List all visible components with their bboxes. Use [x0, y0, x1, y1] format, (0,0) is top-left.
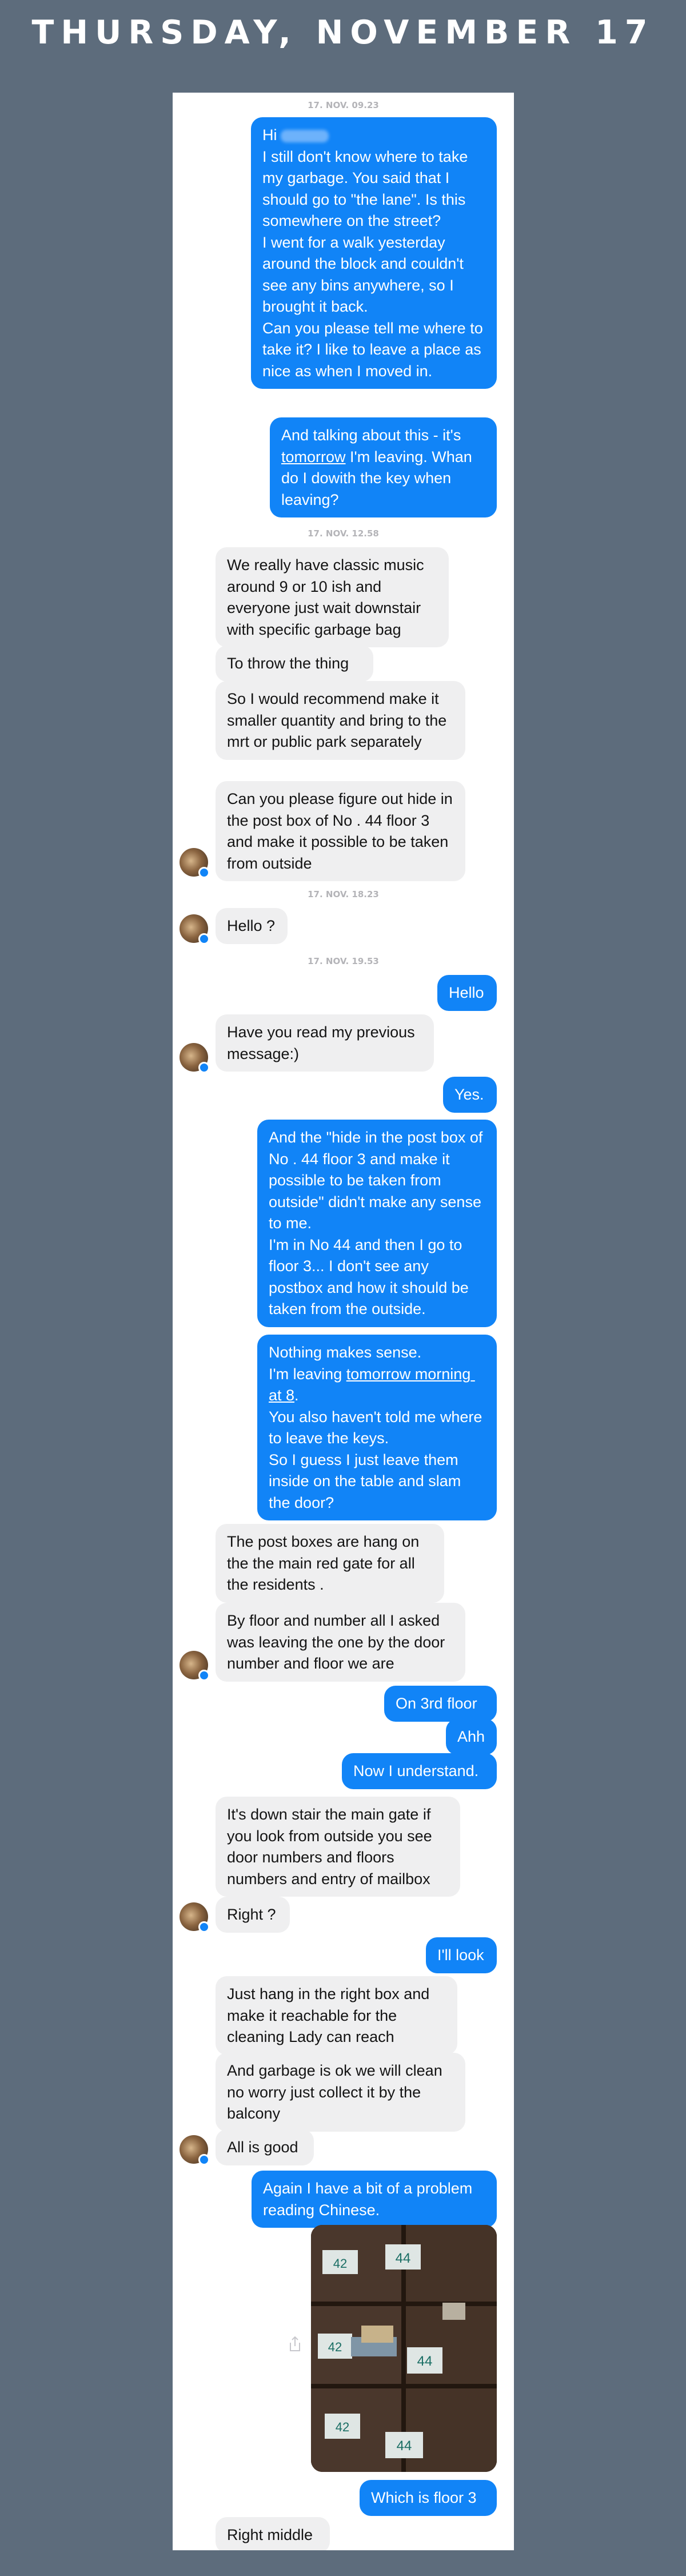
- avatar[interactable]: [180, 2135, 210, 2165]
- page-title: THURSDAY, NOVEMBER 17: [31, 14, 655, 51]
- avatar[interactable]: [180, 914, 210, 945]
- message-outgoing[interactable]: Hi I still don't know where to take my g…: [251, 117, 497, 389]
- message-outgoing[interactable]: Again I have a bit of a problem reading …: [252, 2171, 497, 2228]
- messenger-badge-icon: [198, 1062, 210, 1073]
- avatar[interactable]: [180, 848, 210, 878]
- message-greeting: Hi: [262, 126, 277, 144]
- message-outgoing[interactable]: I'll look: [426, 1937, 497, 1973]
- message-incoming[interactable]: Have you read my previous message:): [216, 1014, 434, 1072]
- message-outgoing[interactable]: Which is floor 3: [360, 2480, 497, 2516]
- chat-window: 17. NOV. 09.23 Hi I still don't know whe…: [173, 93, 514, 2550]
- avatar[interactable]: [180, 1651, 210, 1681]
- message-incoming[interactable]: We really have classic music around 9 or…: [216, 547, 449, 647]
- message-outgoing[interactable]: Yes.: [443, 1077, 497, 1113]
- date-link[interactable]: tomorrow: [281, 448, 346, 465]
- timestamp: 17. NOV. 18.23: [308, 889, 379, 899]
- mailbox-label: 44: [417, 2354, 433, 2369]
- mailbox-label: 44: [396, 2251, 411, 2266]
- message-text: And talking about this - it's: [281, 427, 465, 444]
- timestamp: 17. NOV. 09.23: [308, 100, 379, 110]
- message-outgoing[interactable]: Hello: [437, 975, 497, 1011]
- message-text: . You also haven't told me where to leav…: [269, 1387, 482, 1511]
- timestamp: 17. NOV. 12.58: [308, 528, 379, 539]
- avatar[interactable]: [180, 1043, 210, 1073]
- avatar[interactable]: [180, 1902, 210, 1933]
- messenger-badge-icon: [198, 2154, 210, 2165]
- share-icon[interactable]: [287, 2335, 303, 2352]
- mailbox-label: 42: [328, 2340, 342, 2354]
- message-text: I still don't know where to take my garb…: [262, 148, 483, 380]
- messenger-badge-icon: [198, 1670, 210, 1681]
- timestamp: 17. NOV. 19.53: [308, 956, 379, 966]
- message-outgoing[interactable]: On 3rd floor: [384, 1686, 497, 1722]
- message-outgoing[interactable]: Now I understand.: [342, 1753, 497, 1789]
- mailbox-label: 44: [397, 2438, 412, 2454]
- blurred-name: [280, 129, 329, 142]
- message-outgoing[interactable]: And talking about this - it's tomorrow I…: [270, 417, 497, 517]
- mailbox-label: 42: [333, 2256, 347, 2271]
- message-outgoing[interactable]: And the "hide in the post box of No . 44…: [257, 1120, 497, 1327]
- messenger-badge-icon: [198, 867, 210, 878]
- message-incoming[interactable]: Right middle: [216, 2517, 330, 2550]
- message-outgoing[interactable]: Ahh: [446, 1719, 497, 1755]
- message-incoming[interactable]: So I would recommend make it smaller qua…: [216, 681, 465, 760]
- message-incoming[interactable]: All is good: [216, 2129, 314, 2165]
- message-incoming[interactable]: And garbage is ok we will clean no worry…: [216, 2053, 465, 2132]
- mailbox-photo[interactable]: 42 44 42 44 42 44: [311, 2225, 497, 2472]
- message-incoming[interactable]: It's down stair the main gate if you loo…: [216, 1797, 460, 1897]
- message-incoming[interactable]: Can you please figure out hide in the po…: [216, 781, 465, 881]
- message-incoming[interactable]: By floor and number all I asked was leav…: [216, 1603, 465, 1682]
- mailbox-label: 42: [336, 2420, 349, 2434]
- message-incoming[interactable]: Just hang in the right box and make it r…: [216, 1976, 457, 2055]
- message-incoming[interactable]: The post boxes are hang on the the main …: [216, 1524, 444, 1603]
- message-outgoing[interactable]: Nothing makes sense. I'm leaving tomorro…: [257, 1335, 497, 1520]
- messenger-badge-icon: [198, 1921, 210, 1933]
- message-incoming[interactable]: Right ?: [216, 1897, 290, 1933]
- messenger-badge-icon: [198, 933, 210, 945]
- message-incoming[interactable]: To throw the thing: [216, 646, 373, 682]
- message-incoming[interactable]: Hello ?: [216, 908, 288, 944]
